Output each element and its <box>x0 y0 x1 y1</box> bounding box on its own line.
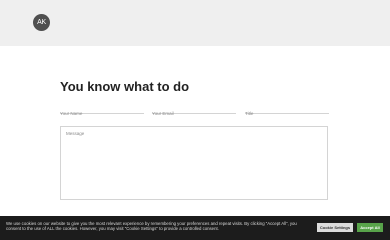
cookie-consent-bar: We use cookies on our website to give yo… <box>0 216 390 240</box>
message-field[interactable] <box>61 127 327 199</box>
name-field-wrapper <box>60 102 144 119</box>
cookie-settings-button[interactable]: Cookie Settings <box>317 223 353 232</box>
title-field[interactable] <box>245 108 329 119</box>
page: AK You know what to do We use cookies on… <box>0 0 390 240</box>
accept-all-button[interactable]: Accept All <box>357 223 383 232</box>
page-title: You know what to do <box>60 79 190 94</box>
name-field[interactable] <box>60 108 144 119</box>
site-header: AK <box>0 0 390 46</box>
message-field-wrapper <box>60 126 328 200</box>
site-logo[interactable]: AK <box>33 14 50 31</box>
email-field[interactable] <box>152 108 236 119</box>
email-field-wrapper <box>152 102 236 119</box>
cookie-consent-text: We use cookies on our website to give yo… <box>6 221 297 231</box>
title-field-wrapper <box>245 102 329 119</box>
